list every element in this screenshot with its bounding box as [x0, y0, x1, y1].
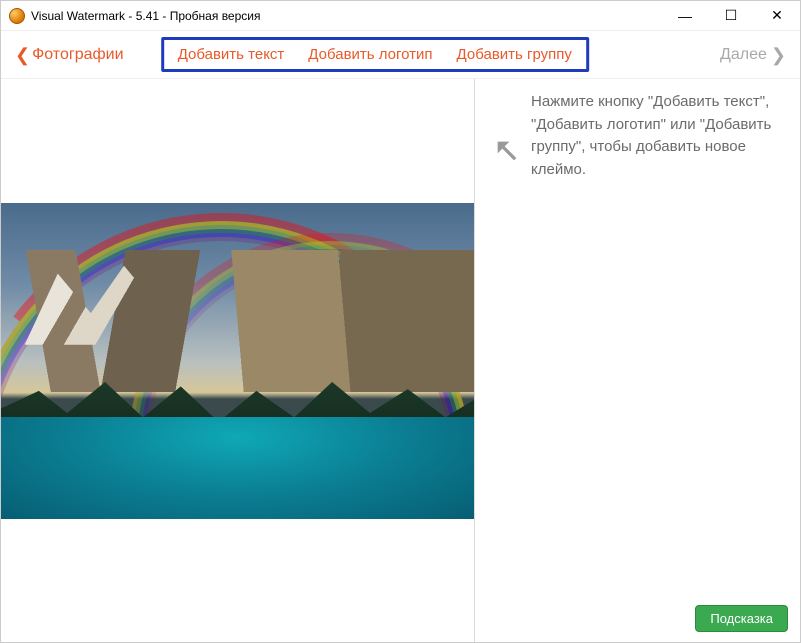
back-to-photos-button[interactable]: ❮ Фотографии: [15, 46, 124, 64]
app-icon: [9, 8, 25, 24]
next-label: Далее: [720, 46, 767, 64]
window-title: Visual Watermark - 5.41 - Пробная версия: [31, 9, 662, 23]
main-area: Нажмите кнопку "Добавить текст", "Добави…: [1, 79, 800, 642]
hint-button[interactable]: Подсказка: [695, 605, 788, 632]
hint-row: Нажмите кнопку "Добавить текст", "Добави…: [493, 91, 782, 181]
hint-arrow-icon: [493, 137, 521, 170]
chevron-left-icon: ❮: [15, 46, 30, 64]
toolbar: ❮ Фотографии Добавить текст Добавить лог…: [1, 31, 800, 79]
window-controls: — ☐ ✕: [662, 1, 800, 30]
add-text-button[interactable]: Добавить текст: [178, 46, 285, 63]
next-button[interactable]: Далее ❯: [720, 46, 786, 64]
add-logo-button[interactable]: Добавить логотип: [308, 46, 432, 63]
side-panel: Нажмите кнопку "Добавить текст", "Добави…: [475, 79, 800, 642]
minimize-button[interactable]: —: [662, 1, 708, 30]
preview-canvas[interactable]: [1, 79, 474, 642]
back-label: Фотографии: [32, 46, 123, 64]
hint-text: Нажмите кнопку "Добавить текст", "Добави…: [531, 91, 782, 181]
add-actions-highlight: Добавить текст Добавить логотип Добавить…: [161, 37, 589, 72]
add-group-button[interactable]: Добавить группу: [457, 46, 572, 63]
chevron-right-icon: ❯: [771, 46, 786, 64]
titlebar: Visual Watermark - 5.41 - Пробная версия…: [1, 1, 800, 31]
close-button[interactable]: ✕: [754, 1, 800, 30]
preview-photo: [1, 203, 474, 519]
app-window: Visual Watermark - 5.41 - Пробная версия…: [0, 0, 801, 643]
maximize-button[interactable]: ☐: [708, 1, 754, 30]
